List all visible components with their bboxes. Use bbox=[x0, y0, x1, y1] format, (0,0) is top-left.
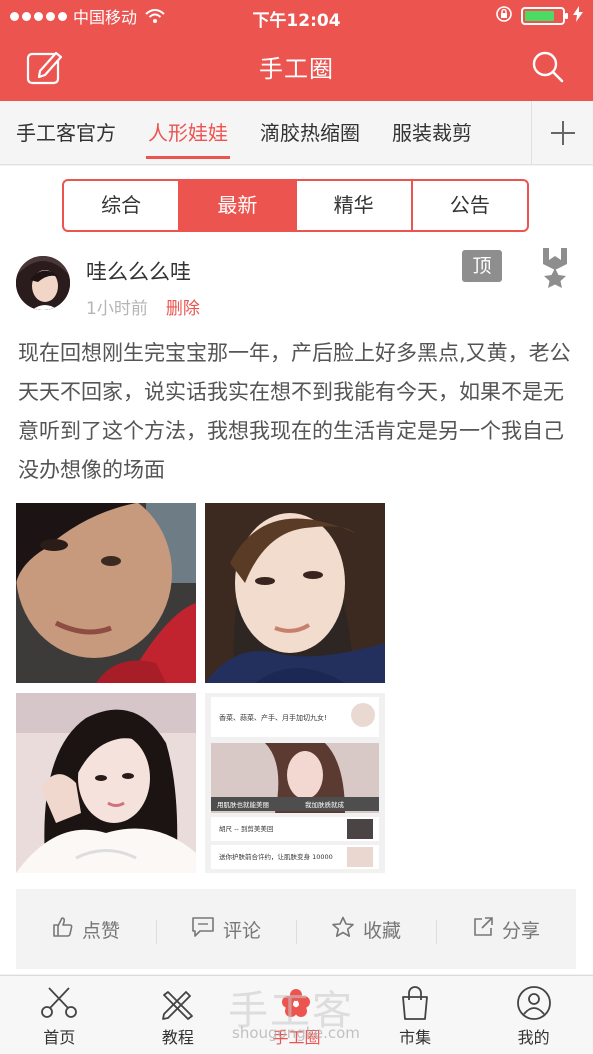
screenshot-banner-right: 我加肤质就成 bbox=[305, 800, 345, 809]
post-feed: 综合 最新 精华 公告 哇么么么哇 1小时前 删除 顶 现在回想刚生完宝宝那一年… bbox=[0, 166, 593, 974]
category-tab-resin[interactable]: 滴胶热缩圈 bbox=[244, 101, 376, 165]
tab-circle-label: 手工圈 bbox=[272, 1028, 321, 1047]
comment-icon bbox=[191, 916, 215, 943]
tab-tutorials[interactable]: 教程 bbox=[119, 976, 238, 1054]
thumbs-up-icon bbox=[52, 916, 74, 943]
wifi-icon bbox=[145, 9, 165, 23]
pencil-ruler-icon bbox=[158, 986, 198, 1024]
screenshot-row-1: 胡尺 -- 到剪美美回 bbox=[219, 824, 273, 833]
share-icon bbox=[472, 916, 494, 943]
post-time: 1小时前 bbox=[86, 299, 148, 319]
nav-bar: 手工圈 bbox=[0, 32, 593, 101]
segment-control: 综合 最新 精华 公告 bbox=[62, 179, 529, 232]
screenshot-row-2: 送你护肤前合许约，让肌肤变身 10000 bbox=[219, 852, 333, 861]
category-tab-sewing[interactable]: 服装裁剪 bbox=[376, 101, 488, 165]
post-text: 现在回想刚生完宝宝那一年，产后脸上好多黑点,又黄，老公天天不回家，说实话我实在想… bbox=[18, 341, 571, 482]
charging-icon bbox=[573, 5, 583, 27]
comment-label: 评论 bbox=[222, 919, 261, 942]
search-icon[interactable] bbox=[528, 47, 568, 87]
post-photo[interactable]: 香菜、蒜菜、产手、月手加切九女! 用肌肤也就能美丽 我加肤质就成胡尺 -- 到剪美美… bbox=[205, 693, 385, 873]
signal-icon bbox=[10, 11, 67, 21]
post-photo[interactable] bbox=[205, 503, 385, 683]
like-label: 点赞 bbox=[81, 919, 120, 942]
segment-all[interactable]: 综合 bbox=[64, 181, 181, 230]
orientation-lock-icon bbox=[495, 5, 513, 28]
page-title: 手工圈 bbox=[259, 55, 334, 83]
tab-profile-label: 我的 bbox=[517, 1028, 550, 1047]
app-header: 中国移动 下午12:04 手工圈 bbox=[0, 0, 593, 101]
bottom-tab-bar: 首页 教程 手工圈 市集 我的 bbox=[0, 975, 593, 1054]
tab-tutorials-label: 教程 bbox=[161, 1028, 194, 1047]
segment-latest[interactable]: 最新 bbox=[180, 181, 297, 230]
share-label: 分享 bbox=[501, 919, 540, 942]
post-username[interactable]: 哇么么么哇 bbox=[86, 256, 191, 286]
tab-circle[interactable]: 手工圈 bbox=[237, 976, 356, 1054]
tab-market-label: 市集 bbox=[399, 1028, 432, 1047]
like-button[interactable]: 点赞 bbox=[16, 916, 156, 943]
scissors-icon bbox=[39, 986, 79, 1024]
delete-link[interactable]: 删除 bbox=[166, 294, 200, 319]
category-tab-official[interactable]: 手工客官方 bbox=[0, 101, 132, 165]
star-icon bbox=[331, 916, 355, 943]
screenshot-line-1: 香菜、蒜菜、产手、月手加切九女! bbox=[219, 713, 327, 722]
segment-featured[interactable]: 精华 bbox=[297, 181, 413, 230]
plus-icon[interactable] bbox=[531, 100, 593, 165]
flower-icon bbox=[276, 986, 316, 1024]
shopping-bag-icon bbox=[395, 986, 435, 1024]
battery-icon bbox=[521, 7, 568, 25]
favorite-button[interactable]: 收藏 bbox=[296, 916, 436, 944]
category-tabs: 手工客官方 人形娃娃 滴胶热缩圈 服装裁剪 bbox=[0, 100, 593, 165]
comment-button[interactable]: 评论 bbox=[156, 916, 296, 944]
carrier-label: 中国移动 bbox=[73, 8, 138, 27]
post-photo[interactable] bbox=[16, 693, 196, 873]
share-button[interactable]: 分享 bbox=[436, 916, 576, 944]
segment-announcement[interactable]: 公告 bbox=[413, 181, 527, 230]
compose-icon[interactable] bbox=[25, 47, 65, 87]
pin-badge: 顶 bbox=[462, 250, 502, 282]
medal-icon bbox=[538, 248, 572, 288]
screenshot-banner-left: 用肌肤也就能美丽 bbox=[217, 800, 270, 809]
post-actions: 点赞 评论 收藏 分享 bbox=[16, 889, 576, 969]
tab-home[interactable]: 首页 bbox=[0, 976, 119, 1054]
favorite-label: 收藏 bbox=[362, 919, 401, 942]
tab-home-label: 首页 bbox=[43, 1028, 76, 1047]
avatar[interactable] bbox=[16, 256, 70, 310]
post-photo[interactable] bbox=[16, 503, 196, 683]
tab-market[interactable]: 市集 bbox=[356, 976, 475, 1054]
status-bar: 中国移动 下午12:04 bbox=[0, 0, 593, 32]
tab-profile[interactable]: 我的 bbox=[474, 976, 593, 1054]
post-meta: 1小时前 删除 bbox=[86, 294, 200, 319]
user-icon bbox=[514, 986, 554, 1024]
category-tab-dolls[interactable]: 人形娃娃 bbox=[132, 101, 244, 165]
